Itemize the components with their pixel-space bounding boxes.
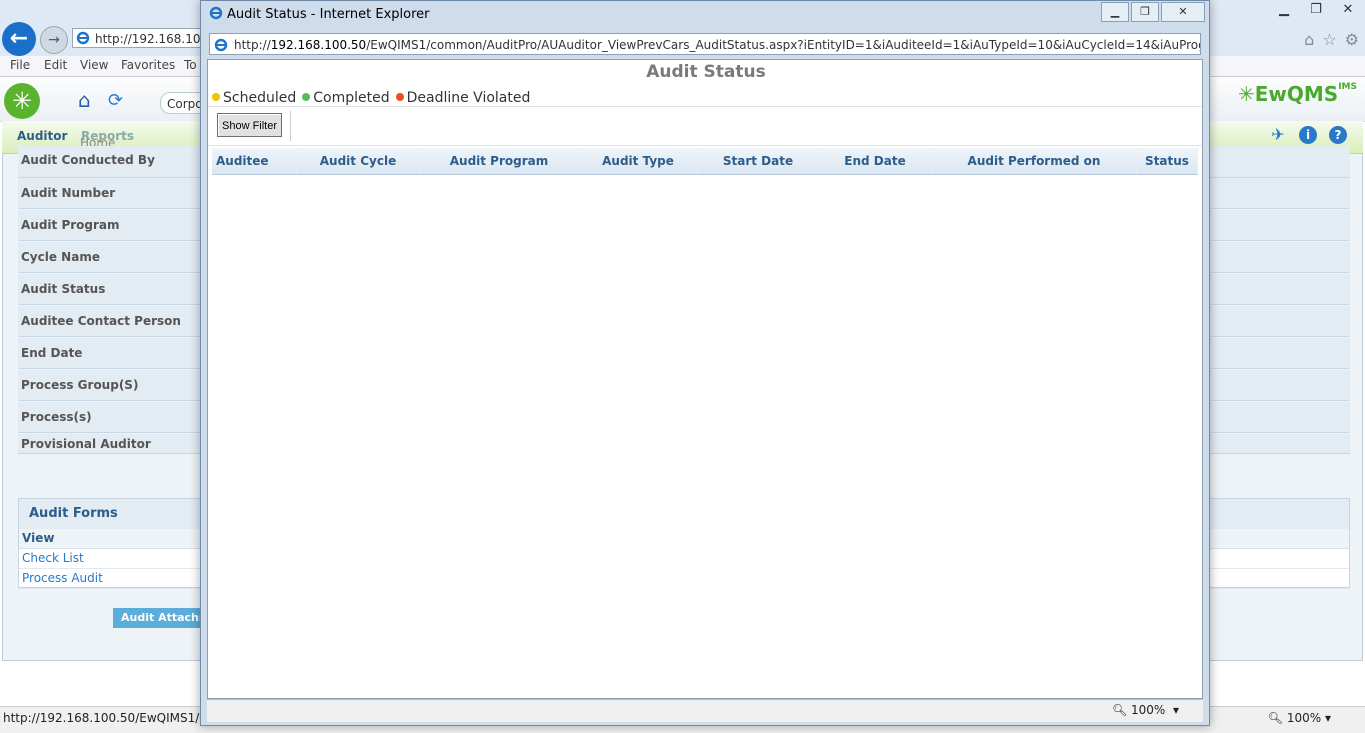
zoom-value: 100%	[1286, 711, 1322, 725]
popup-zoom-control[interactable]: 🔍︎ 100% ▾	[1112, 703, 1179, 717]
audit-status-popup-window: Audit Status - Internet Explorer ▁ ❐ ✕ h…	[200, 0, 1210, 726]
url-path: /EwQIMS1/common/AuditPro/AUAuditor_ViewP…	[366, 38, 1200, 52]
legend-completed-label: Completed	[313, 90, 390, 106]
column-status[interactable]: Status	[1136, 148, 1198, 175]
popup-address-bar[interactable]: http://192.168.100.50/EwQIMS1/common/Aud…	[209, 33, 1201, 55]
popup-window-controls: ▁ ❐ ✕	[1099, 2, 1205, 22]
status-legend: Scheduled Completed Deadline Violated	[212, 90, 530, 106]
app-logo-icon: ✳	[4, 83, 40, 119]
url-host: 192.168.100.50	[270, 38, 367, 52]
menu-file[interactable]: File	[10, 58, 30, 72]
background-window-controls: ▁ ❐ ✕	[1273, 2, 1359, 17]
grid-header-row: Auditee Audit Cycle Audit Program Audit …	[212, 148, 1198, 175]
column-auditee[interactable]: Auditee	[212, 148, 297, 175]
deadline-violated-dot-icon	[395, 93, 404, 101]
status-url: http://192.168.100.50/EwQIMS1/EwIM	[3, 711, 203, 725]
header-right-icons: ✈ i ?	[1269, 126, 1347, 144]
app-refresh-icon[interactable]: ⟳	[108, 90, 123, 111]
gear-icon[interactable]: ⚙	[1345, 30, 1359, 49]
menu-view[interactable]: View	[80, 58, 108, 72]
favorites-star-icon[interactable]: ☆	[1322, 30, 1336, 49]
popup-zoom-value: 100%	[1131, 703, 1166, 717]
maximize-icon[interactable]: ❐	[1305, 2, 1327, 17]
show-filter-button[interactable]: Show Filter	[217, 113, 283, 137]
legend-deadline-violated-label: Deadline Violated	[406, 90, 531, 106]
info-icon[interactable]: i	[1299, 126, 1317, 144]
popup-title: Audit Status - Internet Explorer	[209, 6, 429, 24]
menu-edit[interactable]: Edit	[44, 58, 67, 72]
back-button[interactable]: ←	[2, 22, 36, 56]
ie-icon	[214, 37, 228, 54]
ie-icon	[209, 6, 223, 24]
column-audit-program[interactable]: Audit Program	[419, 148, 579, 175]
minimize-icon[interactable]: ▁	[1273, 2, 1295, 17]
zoom-icon: 🔍︎	[1267, 711, 1284, 725]
column-audit-performed-on[interactable]: Audit Performed on	[931, 148, 1137, 175]
tab-auditor[interactable]: Auditor	[17, 129, 67, 143]
browser-nav-icons: ⌂ ☆ ⚙	[1304, 30, 1359, 49]
forward-button[interactable]: →	[40, 26, 68, 54]
scheduled-dot-icon	[212, 93, 220, 101]
ie-icon	[76, 31, 90, 47]
column-start-date[interactable]: Start Date	[697, 148, 819, 175]
popup-title-text: Audit Status - Internet Explorer	[227, 7, 430, 22]
zoom-icon: 🔍︎	[1111, 703, 1128, 717]
url-prefix: http://	[234, 38, 271, 52]
completed-dot-icon	[302, 93, 311, 101]
toolbar-separator	[290, 111, 291, 141]
popup-content: Audit Status Scheduled Completed Deadlin…	[207, 59, 1203, 699]
legend-scheduled: Scheduled	[212, 90, 296, 106]
legend-deadline-violated: Deadline Violated	[395, 90, 531, 106]
app-home-icon[interactable]: ⌂	[78, 88, 91, 112]
column-end-date[interactable]: End Date	[818, 148, 932, 175]
brand-name: EwQMS	[1254, 82, 1339, 106]
help-icon[interactable]: ?	[1329, 126, 1347, 144]
column-audit-type[interactable]: Audit Type	[578, 148, 698, 175]
grid-toolbar: Show Filter	[208, 106, 1202, 146]
audit-status-grid: Auditee Audit Cycle Audit Program Audit …	[212, 148, 1198, 175]
menu-tools[interactable]: To	[184, 58, 197, 72]
close-icon[interactable]: ✕	[1337, 2, 1359, 17]
pin-icon[interactable]: ✈	[1269, 126, 1287, 144]
column-audit-cycle[interactable]: Audit Cycle	[296, 148, 420, 175]
background-address-bar[interactable]: http://192.168.100.50	[72, 28, 212, 48]
background-zoom-control[interactable]: 🔍︎ 100% ▾	[1268, 711, 1331, 725]
home-icon[interactable]: ⌂	[1304, 30, 1314, 49]
legend-scheduled-label: Scheduled	[223, 90, 297, 106]
page-title: Audit Status	[646, 62, 766, 82]
popup-minimize-icon[interactable]: ▁	[1101, 2, 1129, 22]
popup-maximize-icon[interactable]: ❐	[1131, 2, 1159, 22]
menu-favorites[interactable]: Favorites	[121, 58, 175, 72]
brand-logo: ✳EwQMSIMS	[1237, 82, 1357, 106]
brand-superscript: IMS	[1338, 82, 1357, 92]
popup-status-bar: 🔍︎ 100% ▾	[207, 699, 1203, 722]
address-text: http://192.168.100.50	[95, 32, 211, 46]
legend-completed: Completed	[302, 90, 390, 106]
popup-close-icon[interactable]: ✕	[1161, 2, 1205, 22]
